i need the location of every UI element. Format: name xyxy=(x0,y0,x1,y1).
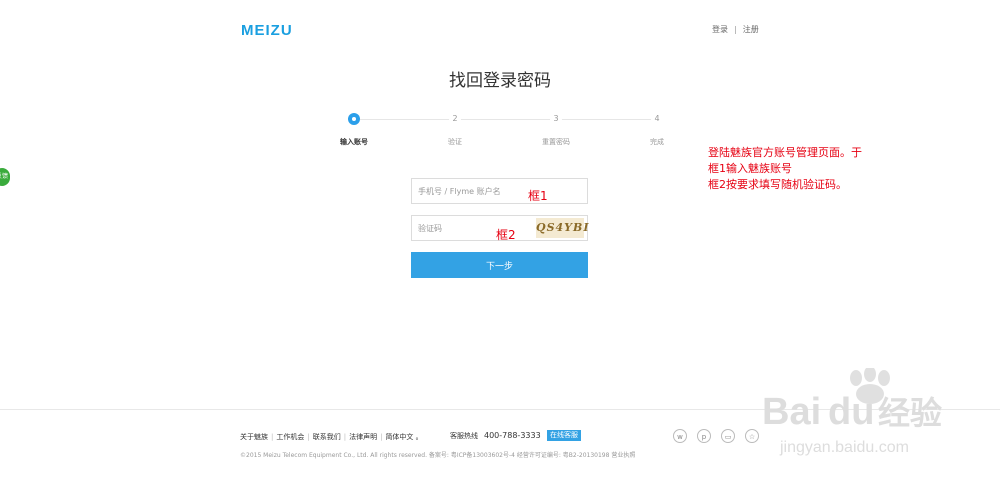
step-4-marker: 4 xyxy=(651,113,663,125)
step-1-label: 输入账号 xyxy=(340,138,368,146)
step-3-marker: 3 xyxy=(550,113,562,125)
next-step-button[interactable]: 下一步 xyxy=(411,252,588,278)
annotation-note: 登陆魅族官方账号管理页面。于 框1输入魅族账号 框2按要求填写随机验证码。 xyxy=(708,145,862,193)
svg-text:Bai: Bai xyxy=(762,391,821,433)
hotline-number: 400-788-3333 xyxy=(484,431,541,440)
login-link[interactable]: 登录 xyxy=(712,25,728,34)
online-service-button[interactable]: 在线客服 xyxy=(547,430,581,441)
step-1-marker xyxy=(348,113,360,125)
feedback-side-tab[interactable]: 反馈 xyxy=(0,168,10,186)
register-link[interactable]: 注册 xyxy=(743,25,759,34)
annotation-note-line: 登陆魅族官方账号管理页面。于 xyxy=(708,146,862,159)
weibo-icon[interactable]: w xyxy=(673,429,687,443)
svg-text:jingyan.baidu.com: jingyan.baidu.com xyxy=(779,439,909,456)
steps-track xyxy=(360,119,656,120)
footer-link-contact[interactable]: 联系我们 xyxy=(313,433,341,441)
svg-text:du: du xyxy=(828,391,874,433)
meizu-logo[interactable]: MEIZU xyxy=(241,22,293,39)
step-3-label: 重置密码 xyxy=(542,138,570,146)
star-icon[interactable]: ☆ xyxy=(745,429,759,443)
footer-language-select[interactable]: 简体中文 。 xyxy=(385,433,422,441)
account-field xyxy=(411,178,588,204)
account-links: 登录 | 注册 xyxy=(712,24,759,35)
footer-link-about[interactable]: 关于魅族 xyxy=(240,433,268,441)
captcha-image[interactable]: QS4YBI xyxy=(536,218,588,238)
copyright-text: ©2015 Meizu Telecom Equipment Co., Ltd. … xyxy=(240,452,636,459)
step-2-label: 验证 xyxy=(448,138,462,146)
chat-icon[interactable]: p xyxy=(697,429,711,443)
step-4-label: 完成 xyxy=(650,138,664,146)
footer-nav: 关于魅族 | 工作机会 | 联系我们 | 法律声明 | 简体中文 。 xyxy=(240,433,423,441)
hotline-label: 客服热线 xyxy=(450,432,478,440)
footer-link-legal[interactable]: 法律声明 xyxy=(349,433,377,441)
page-title: 找回登录密码 xyxy=(449,71,551,91)
message-icon[interactable]: ▭ xyxy=(721,429,735,443)
annotation-box1-label: 框1 xyxy=(528,189,548,203)
svg-text:经验: 经验 xyxy=(878,394,942,432)
baidu-jingyan-watermark: Bai du 经验 jingyan.baidu.com xyxy=(762,368,942,456)
annotation-box2-label: 框2 xyxy=(496,228,516,242)
footer-link-jobs[interactable]: 工作机会 xyxy=(276,433,304,441)
account-input[interactable] xyxy=(412,179,528,204)
step-2-marker: 2 xyxy=(449,113,461,125)
annotation-note-line: 框2按要求填写随机验证码。 xyxy=(708,178,847,191)
link-separator: | xyxy=(734,25,737,34)
hotline: 客服热线 400-788-3333 xyxy=(450,431,541,441)
annotation-note-line: 框1输入魅族账号 xyxy=(708,162,792,175)
